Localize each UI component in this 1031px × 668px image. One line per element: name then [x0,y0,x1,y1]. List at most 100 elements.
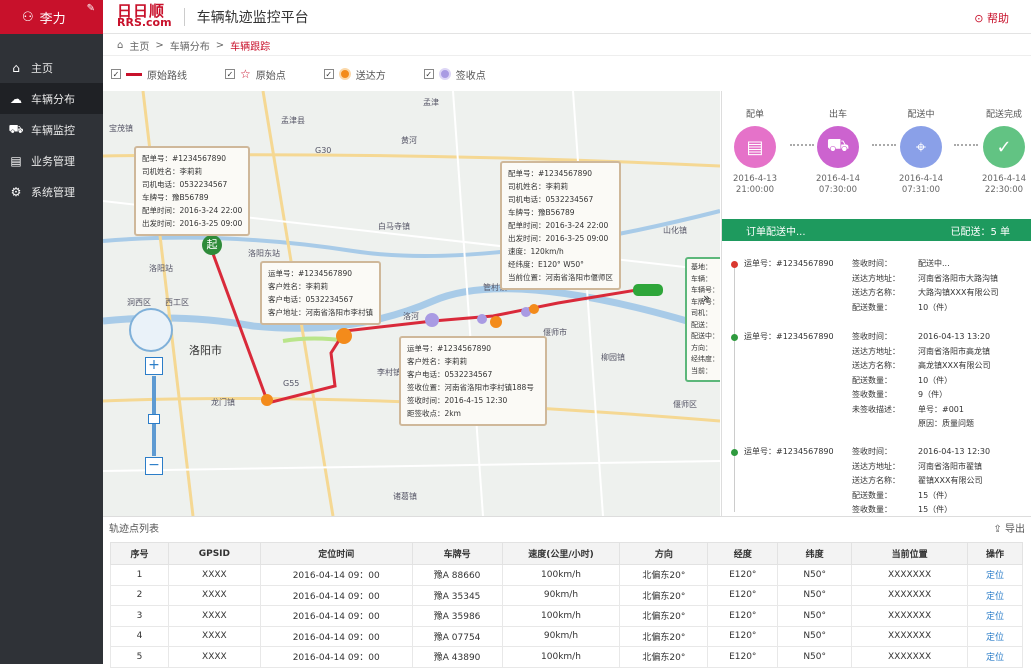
sign-popup: 运单号：#1234567890 客户姓名：李莉莉 客户电话：0532234567… [399,336,547,426]
place-label: 孟津 [423,98,439,107]
locate-link[interactable]: 定位 [967,605,1023,627]
column-header[interactable]: 速度(公里/小时) [501,542,621,565]
column-header[interactable]: 序号 [110,542,169,565]
table-cell: XXXXXXX [851,564,969,586]
table-row[interactable]: 2 XXXX 2016-04-14 09：00 豫A 35345 90km/h 北偏东20… [110,584,1023,606]
sidebar-item-business[interactable]: ▤ 业务管理 [0,145,103,176]
locate-link[interactable]: 定位 [967,564,1023,586]
check-icon: ✓ [983,126,1025,168]
home-icon: ⌂ [117,39,124,51]
pan-control[interactable] [129,308,173,352]
popup-line: 司机姓名：李莉莉 [508,182,568,191]
column-header[interactable]: 当前位置 [851,542,969,565]
field-value: 河南省洛阳市翟镇 [918,461,982,471]
delivery-checkbox[interactable]: ✓ [323,69,334,79]
table-cell: 1 [110,564,169,586]
column-header[interactable]: 纬度 [777,542,853,565]
step-label: 配送完成 [985,110,1022,120]
table-cell: N50° [777,605,853,627]
user-header[interactable]: ⚇ 李力 ✎ [0,0,103,34]
locate-link[interactable]: 定位 [967,625,1023,647]
popup-line: 司机姓名：李莉莉 [142,167,202,176]
sidebar-item-label: 车辆分布 [31,92,75,106]
order-number: 运单号：#1234567890 [744,259,834,268]
column-header[interactable]: GPSID [167,542,261,565]
popup-line: 客户姓名：李莉莉 [268,282,328,291]
step-date: 2016-4-14 [899,174,943,184]
export-button[interactable]: ⇪ 导出 [993,520,1025,535]
column-header[interactable]: 车牌号 [411,542,503,565]
legend-route[interactable]: ✓ 原始路线 [111,67,187,82]
origin-checkbox[interactable]: ✓ [225,69,235,79]
zoom-slider-handle[interactable] [148,414,160,424]
popup-line: 配送： [691,320,712,329]
status-dot [731,334,738,341]
table-cell: 2016-04-14 09：00 [259,564,413,586]
table-row[interactable]: 1 XXXX 2016-04-14 09：00 豫A 88660 100km/h 北偏东2… [110,564,1023,586]
track-list-title: 轨迹点列表 [109,524,159,535]
order-progress-panel: 配单 ▤ 2016-4-13 21:00:00 出车 ⛟ 2016-4-14 0… [721,91,1031,516]
route-checkbox[interactable]: ✓ [111,69,121,79]
legend-delivery[interactable]: ✓ 送达方 [323,67,386,82]
column-header[interactable]: 经度 [707,542,779,565]
table-cell: 豫A 35345 [411,584,503,606]
field-key: 签收时间： [852,447,892,456]
sidebar-item-home[interactable]: ⌂ 主页 [0,52,103,83]
table-cell: N50° [777,625,853,647]
sidebar-item-vehicle-monitor[interactable]: ⛟ 车辆监控 [0,114,103,145]
column-header[interactable]: 定位时间 [259,542,413,565]
expand-panel-icon[interactable]: » [703,291,710,305]
sign-checkbox[interactable]: ✓ [423,69,434,79]
breadcrumb-level2[interactable]: 车辆分布 [170,38,210,53]
table-cell: XXXXXXX [851,584,969,606]
column-header[interactable]: 方向 [619,542,709,565]
legend-sign[interactable]: ✓ 签收点 [423,67,486,82]
step-time: 07:30:00 [818,185,858,195]
field-key: 未签收描述： [852,404,900,414]
table-row[interactable]: 3 XXXX 2016-04-14 09：00 豫A 35986 100km/h 北偏东2… [110,605,1023,627]
user-icon: ⚇ [22,9,34,25]
legend-origin[interactable]: ✓ ☆ 原始点 [225,67,286,82]
truck-icon: ⛟ [8,121,24,136]
sidebar-item-system[interactable]: ⚙ 系统管理 [0,176,103,207]
sidebar-item-label: 业务管理 [31,154,75,168]
place-label: 宝茂镇 [109,124,133,133]
popup-line: 签收时间：2016-4-15 12:30 [407,396,508,405]
sidebar-item-vehicle-distribution[interactable]: ☁ 车辆分布 [0,83,103,114]
popup-line: 车牌号：豫B56789 [508,208,575,217]
zoom-in-button[interactable]: + [145,357,163,375]
sidebar-item-label: 车辆监控 [31,123,75,137]
track-list-header: 轨迹点列表 ⇪ 导出 [103,516,1031,538]
zoom-out-button[interactable]: − [145,457,163,475]
breadcrumb: ⌂ 主页 > 车辆分布 > 车辆跟踪 [103,35,1031,56]
vehicle-detail-popup: 基地： 车辆： 车辆号： 车牌号： 司机： 配送： 配送中： 方向： 经纬度： … [685,257,720,382]
step-date: 2016-4-14 [982,174,1026,184]
field-value: 高龙镇XXX有限公司 [918,361,991,370]
field-key: 送达方地址： [852,461,900,471]
legend-route-label: 原始路线 [147,70,187,82]
notification-icon[interactable]: ✎ [87,3,95,14]
field-value: 配送中... [918,259,950,268]
step-time: 21:00:00 [735,185,775,195]
export-icon: ⇪ [993,524,1002,535]
map-view[interactable]: 宝茂镇 孟津县 黄河 洛阳站 洛阳东站 洛阳市 西工区 洞西区 关林镇 白马寺镇… [103,91,720,516]
popup-line: 司机： [691,309,712,317]
help-icon: ⊙ [974,12,984,25]
table-cell: 北偏东20° [619,564,709,586]
status-dot [731,449,738,456]
table-row[interactable]: 4 XXXX 2016-04-14 09：00 豫A 07754 90km/h 北偏东20… [110,625,1023,647]
field-value: 大路沟镇XXX有限公司 [918,288,999,297]
start-pin[interactable]: 起 [202,235,222,255]
field-key: 送达方名称： [852,361,900,370]
field-value: 15（件） [918,505,953,514]
locate-link[interactable]: 定位 [967,584,1023,606]
breadcrumb-home[interactable]: 主页 [129,38,149,53]
sidebar-item-label: 系统管理 [31,185,75,199]
table-cell: 2016-04-14 09：00 [259,605,413,627]
table-cell: E120° [707,564,779,586]
help-button[interactable]: ⊙ 帮助 [974,10,1009,26]
column-header[interactable]: 操作 [967,542,1023,565]
popup-line: 客户电话：0532234567 [407,370,493,379]
popup-line: 配单时间：2016-3-24 22:00 [142,206,243,215]
field-value: 单号：#001 [918,404,964,414]
